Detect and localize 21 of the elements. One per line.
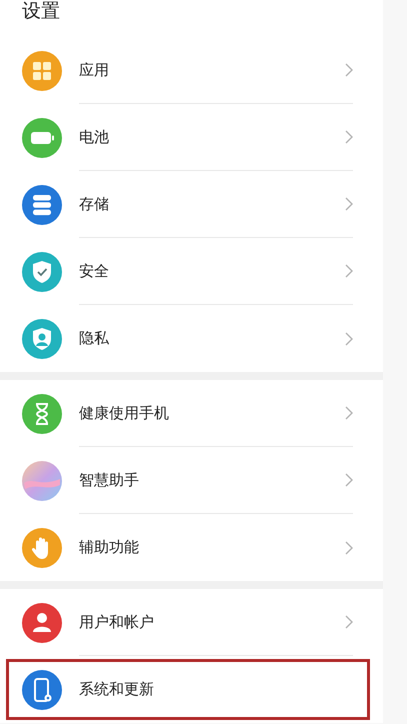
item-label: 安全 xyxy=(79,262,109,280)
settings-item[interactable]: 用户和帐户 xyxy=(0,589,383,656)
item-label: 系统和更新 xyxy=(79,680,154,699)
item-label: 智慧助手 xyxy=(79,470,139,490)
item-label: 隐私 xyxy=(79,329,109,348)
settings-item[interactable]: 隐私 xyxy=(0,305,383,372)
settings-item[interactable]: 应用 xyxy=(0,37,383,104)
settings-item[interactable]: 安全 xyxy=(0,238,383,305)
page-title: 设置 xyxy=(0,0,383,37)
item-label: 辅助功能 xyxy=(79,538,139,557)
item-label: 存储 xyxy=(79,194,109,214)
settings-item[interactable]: 辅助功能 xyxy=(0,514,383,581)
item-label: 健康使用手机 xyxy=(79,404,169,422)
highlighted-settings-item[interactable]: 系统和更新 xyxy=(3,656,373,723)
settings-item[interactable]: 电池 xyxy=(0,104,383,171)
item-label: 应用 xyxy=(79,60,109,80)
settings-item[interactable]: 健康使用手机 xyxy=(0,380,383,447)
item-label: 用户和帐户 xyxy=(79,612,154,632)
settings-item[interactable]: 存储 xyxy=(0,171,383,238)
settings-item[interactable]: 智慧助手 xyxy=(0,447,383,514)
item-label: 电池 xyxy=(79,128,109,146)
